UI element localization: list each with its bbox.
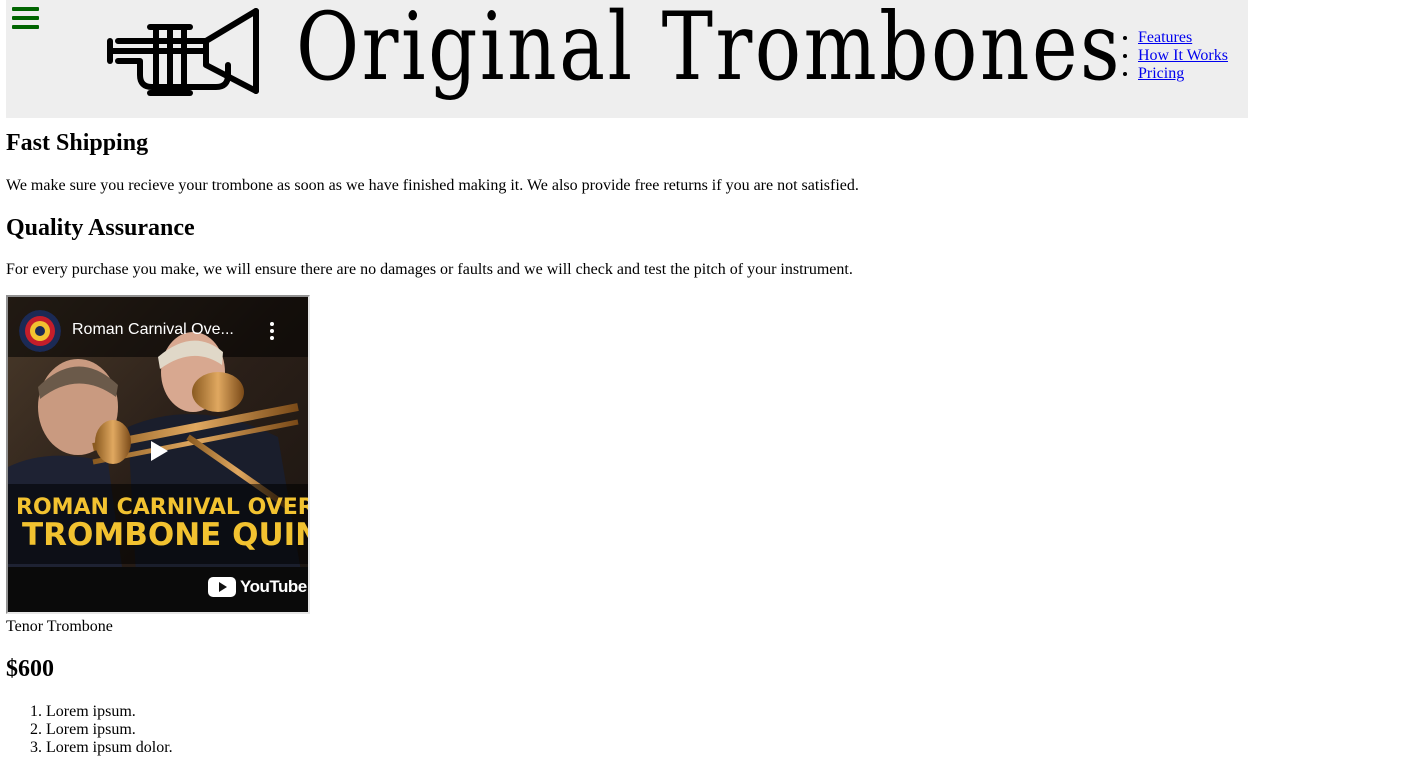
- list-item: Lorem ipsum.: [46, 721, 173, 739]
- product-feature-list: Lorem ipsum. Lorem ipsum. Lorem ipsum do…: [6, 703, 173, 757]
- nav-item-how-it-works: How It Works: [1138, 47, 1228, 65]
- nav-item-pricing: Pricing: [1138, 65, 1228, 83]
- shipping-text: We make sure you recieve your trombone a…: [6, 177, 859, 194]
- site-logo-text: Original Trombones: [296, 0, 1123, 102]
- youtube-logo-icon[interactable]: YouTube: [208, 576, 307, 598]
- nav-link-features[interactable]: Features: [1138, 29, 1192, 46]
- nav-item-features: Features: [1138, 29, 1228, 47]
- channel-avatar[interactable]: [19, 310, 61, 352]
- shipping-heading: Fast Shipping: [6, 130, 149, 156]
- nav-link-how-it-works[interactable]: How It Works: [1138, 47, 1228, 64]
- video-title[interactable]: Roman Carnival Ove...: [72, 321, 234, 339]
- hamburger-menu-icon[interactable]: [12, 7, 39, 31]
- trumpet-logo-icon: [107, 8, 259, 96]
- site-header: Original Trombones Features How It Works…: [6, 0, 1248, 118]
- list-item: Lorem ipsum.: [46, 703, 173, 721]
- kebab-menu-icon[interactable]: [267, 321, 277, 341]
- video-overlay-line2: TROMBONE QUINT: [22, 517, 308, 553]
- product-name: Tenor Trombone: [6, 618, 113, 635]
- list-item: Lorem ipsum dolor.: [46, 739, 173, 757]
- product-price: $600: [6, 656, 54, 682]
- main-nav: Features How It Works Pricing: [1118, 29, 1228, 83]
- nav-link-pricing[interactable]: Pricing: [1138, 65, 1184, 82]
- play-icon[interactable]: [144, 437, 172, 465]
- video-embed[interactable]: Roman Carnival Ove... ROMAN CARNIVAL OVE…: [6, 295, 310, 614]
- quality-heading: Quality Assurance: [6, 215, 195, 241]
- youtube-wordmark: YouTube: [240, 577, 307, 596]
- quality-text: For every purchase you make, we will ens…: [6, 261, 853, 278]
